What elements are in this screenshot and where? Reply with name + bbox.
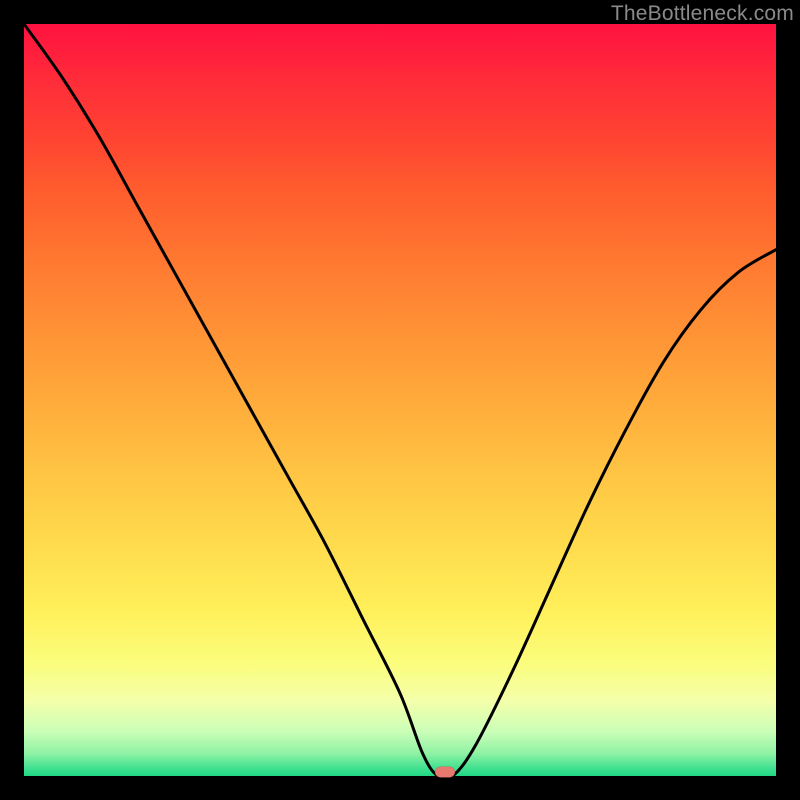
plot-area (24, 24, 776, 776)
watermark-text: TheBottleneck.com (611, 2, 794, 26)
chart-container: TheBottleneck.com (0, 0, 800, 800)
bottleneck-curve (24, 24, 776, 776)
optimum-marker (435, 767, 455, 778)
curve-path (24, 24, 776, 776)
